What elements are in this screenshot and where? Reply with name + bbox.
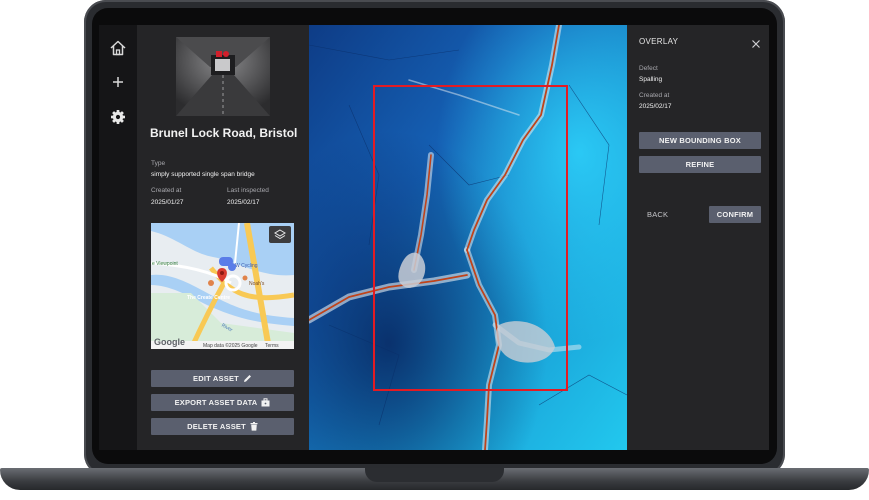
nav-rail xyxy=(99,25,137,450)
map-terms-link[interactable]: Terms xyxy=(265,343,279,349)
type-value: simply supported single span bridge xyxy=(151,171,255,178)
overlay-panel: OVERLAY Defect Spalling Created at 2025/… xyxy=(627,25,769,450)
overlay-title: OVERLAY xyxy=(639,37,679,46)
map-attribution: Map data ©2025 Google xyxy=(203,343,258,349)
location-map[interactable]: e Viewpoint W Cycling Noah's The Create … xyxy=(151,223,294,349)
layers-icon xyxy=(274,229,286,240)
asset-title: Brunel Lock Road, Bristol xyxy=(150,126,298,140)
defect-image-viewer[interactable] xyxy=(309,25,627,450)
add-button[interactable] xyxy=(108,72,128,92)
edit-asset-label: EDIT ASSET xyxy=(193,374,239,383)
type-label: Type xyxy=(151,160,166,167)
overlay-created-value: 2025/02/17 xyxy=(639,103,672,110)
new-bounding-box-button[interactable]: NEW BOUNDING BOX xyxy=(639,132,761,149)
asset-panel: Brunel Lock Road, Bristol Type simply su… xyxy=(137,25,309,450)
last-inspected-value: 2025/02/17 xyxy=(227,199,260,206)
tunnel-photo xyxy=(176,37,270,116)
new-bounding-box-label: NEW BOUNDING BOX xyxy=(659,136,741,145)
last-inspected-label: Last inspected xyxy=(227,187,269,194)
back-button[interactable]: BACK xyxy=(647,210,668,219)
settings-button[interactable] xyxy=(108,107,128,127)
pencil-icon xyxy=(243,375,251,382)
map-layers-button[interactable] xyxy=(269,226,291,243)
gear-icon xyxy=(111,110,125,124)
created-value: 2025/01/27 xyxy=(151,199,184,206)
delete-asset-label: DELETE ASSET xyxy=(187,422,246,431)
briefcase-icon xyxy=(261,398,270,407)
export-asset-data-label: EXPORT ASSET DATA xyxy=(174,398,258,407)
google-logo: Google xyxy=(154,337,185,347)
crack-image xyxy=(309,25,627,450)
map-place-label: Noah's xyxy=(249,281,265,287)
edit-asset-button[interactable]: EDIT ASSET xyxy=(151,370,294,387)
defect-value: Spalling xyxy=(639,76,663,83)
home-icon xyxy=(110,40,126,56)
app-screen: Brunel Lock Road, Bristol Type simply su… xyxy=(99,25,769,450)
map-place-label: W Cycling xyxy=(235,263,258,269)
defect-label: Defect xyxy=(639,65,658,72)
created-label: Created at xyxy=(151,187,182,194)
map-place-label: The Create Centre xyxy=(187,295,231,301)
map-place-label: e Viewpoint xyxy=(152,261,178,267)
confirm-button[interactable]: CONFIRM xyxy=(709,206,761,223)
export-asset-data-button[interactable]: EXPORT ASSET DATA xyxy=(151,394,294,411)
close-overlay-button[interactable] xyxy=(751,36,761,48)
trash-icon xyxy=(250,422,258,431)
close-icon xyxy=(752,40,760,48)
refine-button[interactable]: REFINE xyxy=(639,156,761,173)
home-button[interactable] xyxy=(108,38,128,58)
delete-asset-button[interactable]: DELETE ASSET xyxy=(151,418,294,435)
plus-icon xyxy=(113,77,123,87)
laptop-notch xyxy=(365,468,504,482)
overlay-created-label: Created at xyxy=(639,92,670,99)
refine-label: REFINE xyxy=(685,160,715,169)
confirm-label: CONFIRM xyxy=(716,210,754,219)
asset-thumbnail[interactable] xyxy=(176,37,270,116)
